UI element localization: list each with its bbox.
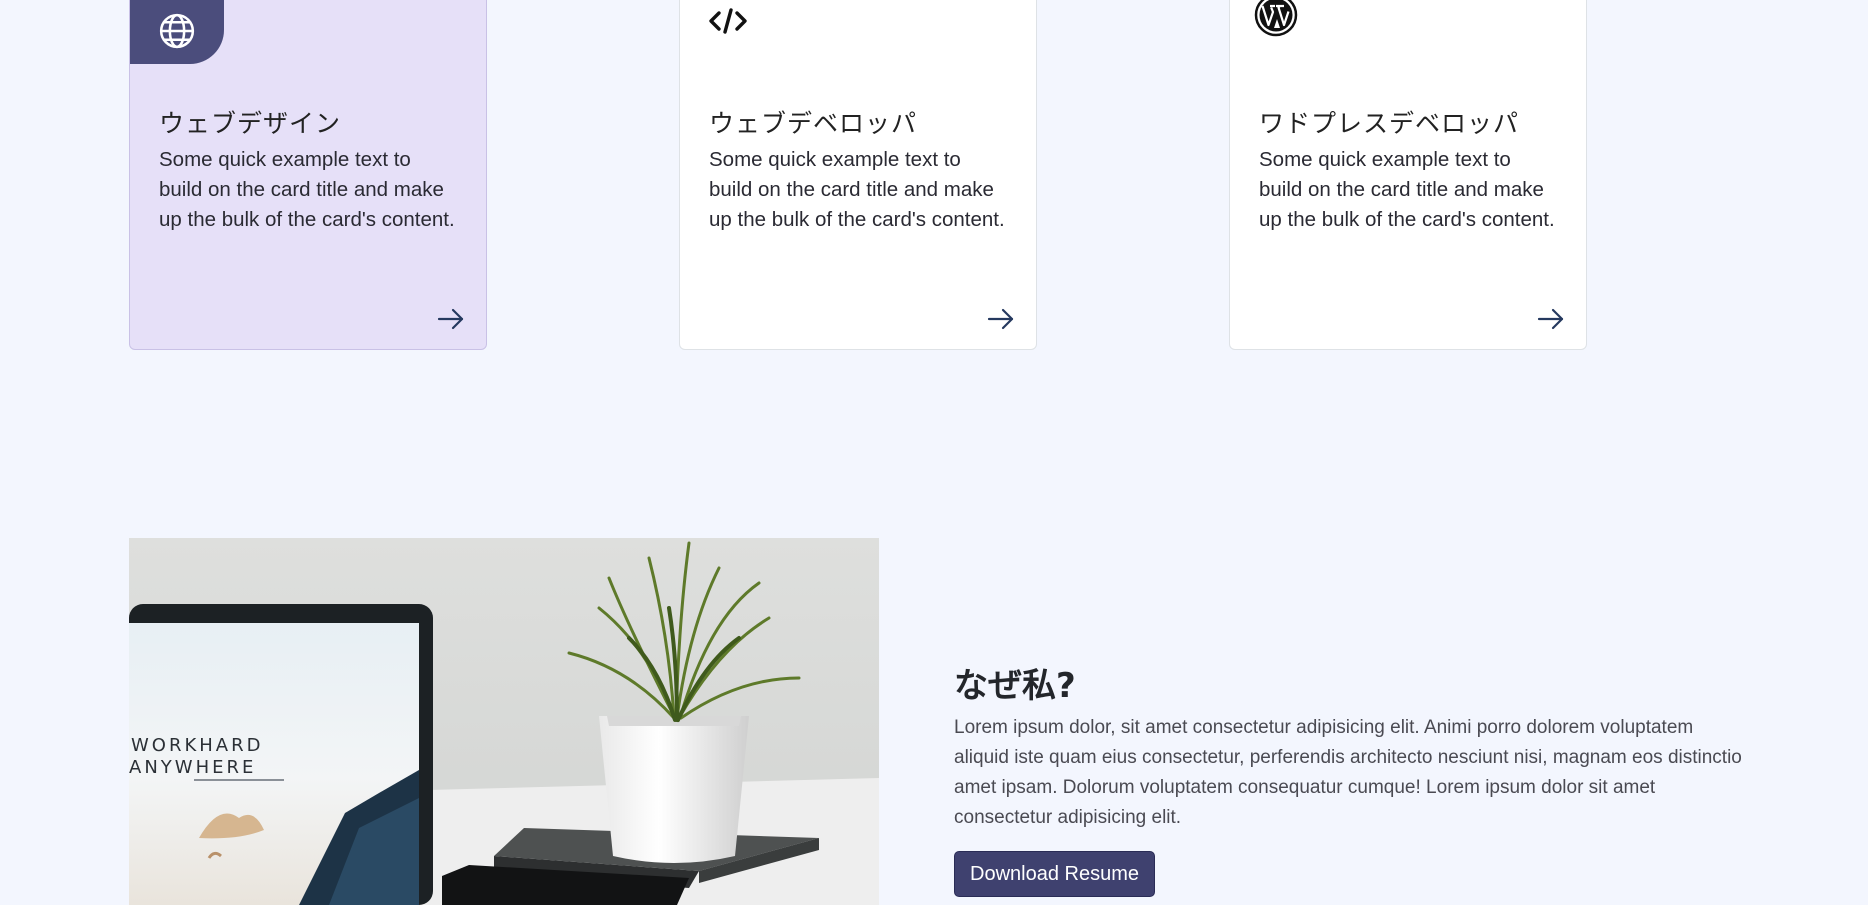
card-text: Some quick example text to build on the … <box>159 148 455 231</box>
workspace-illustration: WORKHARD ANYWHERE <box>129 538 879 905</box>
service-card-web-developer[interactable]: ウェブデベロッパ Some quick example text to buil… <box>679 0 1037 350</box>
globe-icon <box>159 13 195 48</box>
photo-text-line2: ANYWHERE <box>129 757 256 778</box>
service-card-wordpress-developer[interactable]: ワドプレスデベロッパ Some quick example text to bu… <box>1229 0 1587 350</box>
why-me-title: なぜ私? <box>954 666 1076 706</box>
card-text: Some quick example text to build on the … <box>1259 148 1555 231</box>
workspace-photo: WORKHARD ANYWHERE <box>129 538 879 905</box>
icon-container <box>1254 0 1298 37</box>
icon-box <box>130 0 224 64</box>
download-resume-button[interactable]: Download Resume <box>954 851 1155 897</box>
photo-text-line1: WORKHARD <box>131 735 264 756</box>
code-icon <box>709 8 747 34</box>
arrow-right-icon[interactable] <box>1536 307 1566 331</box>
card-title: ウェブデベロッパ <box>709 109 918 138</box>
card-title: ワドプレスデベロッパ <box>1259 109 1520 138</box>
services-section: ウェブデザイン Some quick example text to build… <box>0 0 1868 352</box>
arrow-right-icon[interactable] <box>436 307 466 331</box>
arrow-right-icon[interactable] <box>986 307 1016 331</box>
wordpress-icon <box>1254 0 1298 37</box>
why-me-text: Lorem ipsum dolor, sit amet consectetur … <box>954 717 1742 828</box>
service-card-web-design[interactable]: ウェブデザイン Some quick example text to build… <box>129 0 487 350</box>
icon-container <box>708 3 752 39</box>
card-title: ウェブデザイン <box>159 109 342 138</box>
card-text: Some quick example text to build on the … <box>709 148 1005 231</box>
